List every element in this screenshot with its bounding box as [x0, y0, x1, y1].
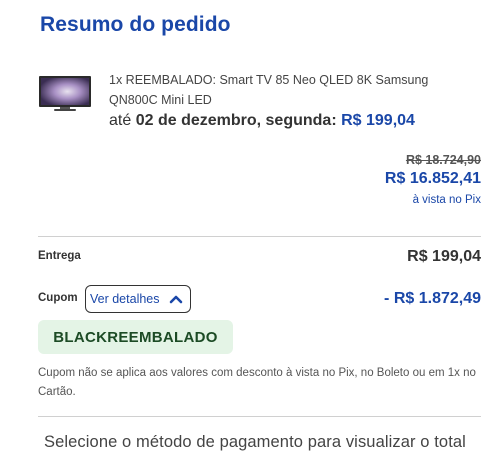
view-details-button[interactable]: Ver detalhes	[85, 285, 191, 313]
coupon-code-badge: BLACKREEMBALADO	[38, 320, 233, 354]
delivery-info: até 02 de dezembro, segunda: R$ 199,04	[109, 112, 415, 130]
coupon-label: Cupom	[38, 292, 78, 304]
tv-thumbnail-icon	[39, 76, 91, 111]
original-price: R$ 18.724,90	[405, 153, 481, 167]
delivery-date: 02 de dezembro, segunda:	[135, 112, 337, 129]
shipping-label: Entrega	[38, 250, 81, 262]
coupon-discount: - R$ 1.872,49	[384, 290, 481, 307]
pix-note: à vista no Pix	[412, 194, 481, 206]
coupon-note: Cupom não se aplica aos valores com desc…	[38, 367, 476, 398]
price-block: R$ 18.724,90 R$ 16.852,41 à vista no Pix	[385, 152, 481, 210]
product-name: 1x REEMBALADO: Smart TV 85 Neo QLED 8K S…	[109, 73, 429, 107]
delivery-price: R$ 199,04	[341, 112, 415, 129]
chevron-up-icon	[169, 295, 182, 304]
pix-price: R$ 16.852,41	[384, 170, 481, 187]
page-title: Resumo do pedido	[40, 13, 231, 36]
delivery-prefix: até	[109, 112, 132, 129]
payment-method-prompt: Selecione o método de pagamento para vis…	[44, 433, 466, 451]
shipping-value: R$ 199,04	[407, 248, 481, 265]
divider	[38, 236, 481, 237]
view-details-label: Ver detalhes	[90, 292, 160, 306]
divider	[38, 416, 481, 417]
